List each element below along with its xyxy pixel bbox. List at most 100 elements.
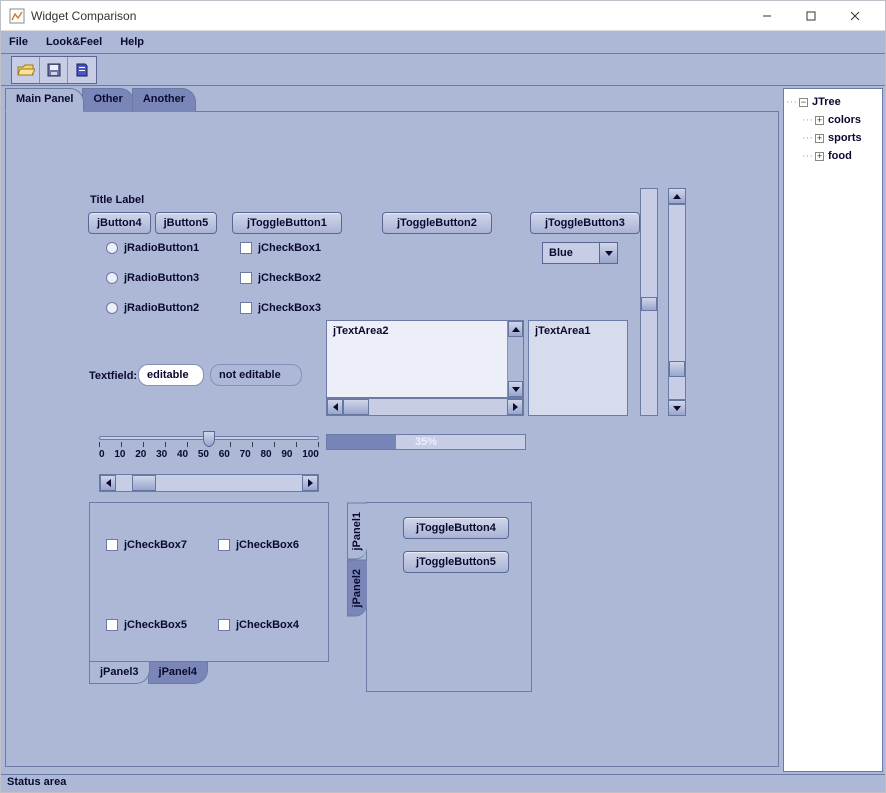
scroll-down-button[interactable] xyxy=(508,381,523,397)
checkbox-label: jCheckBox1 xyxy=(258,242,321,254)
tab-jpanel3[interactable]: jPanel3 xyxy=(89,662,150,684)
tree-node-sports[interactable]: ···+sports xyxy=(802,129,880,147)
tab-another[interactable]: Another xyxy=(132,88,196,112)
jtogglebutton1[interactable]: jToggleButton1 xyxy=(232,212,342,234)
tab-other[interactable]: Other xyxy=(82,88,133,112)
jradiobutton2[interactable]: jRadioButton2 xyxy=(106,302,199,314)
jtextarea2[interactable]: jTextArea2 xyxy=(327,321,507,397)
jradiobutton1[interactable]: jRadioButton1 xyxy=(106,242,199,254)
status-bar: Status area xyxy=(1,774,885,792)
jcheckbox7[interactable]: jCheckBox7 xyxy=(106,539,187,551)
tree-expand-icon[interactable]: + xyxy=(815,152,824,161)
scroll-left-button[interactable] xyxy=(327,399,343,415)
slider-tick-label: 10 xyxy=(114,449,125,460)
jcheckbox3[interactable]: jCheckBox3 xyxy=(240,302,321,314)
tree-root[interactable]: ··· − JTree xyxy=(786,93,880,111)
tab-jpanel2[interactable]: jPanel2 xyxy=(347,560,367,617)
toolbar-open-button[interactable] xyxy=(12,57,40,83)
tab-main-panel[interactable]: Main Panel xyxy=(5,88,84,112)
jtextarea1[interactable]: jTextArea1 xyxy=(529,321,627,415)
combo-selected: Blue xyxy=(543,247,599,259)
progress-bar: 35% xyxy=(326,434,526,450)
tree-expand-icon[interactable]: + xyxy=(815,134,824,143)
jtogglebutton5[interactable]: jToggleButton5 xyxy=(403,551,509,573)
scroll-right-button[interactable] xyxy=(507,399,523,415)
tree-node-food[interactable]: ···+food xyxy=(802,147,880,165)
checkbox-label: jCheckBox4 xyxy=(236,619,299,631)
jtogglebutton3[interactable]: jToggleButton3 xyxy=(530,212,640,234)
slider-tick-label: 40 xyxy=(177,449,188,460)
textfield-value: editable xyxy=(147,369,189,381)
toolbar-save-button[interactable] xyxy=(40,57,68,83)
combo-color[interactable]: Blue xyxy=(542,242,618,264)
scroll-up-button[interactable] xyxy=(668,188,686,204)
tab-jpanel4[interactable]: jPanel4 xyxy=(148,662,209,684)
textfield-value: not editable xyxy=(219,369,281,381)
slider-thumb[interactable] xyxy=(203,431,215,447)
radio-icon xyxy=(106,242,118,254)
checkbox-icon xyxy=(218,539,230,551)
tab-jpanel1[interactable]: jPanel1 xyxy=(347,503,367,560)
jcheckbox2[interactable]: jCheckBox2 xyxy=(240,272,321,284)
slider-tick-label: 50 xyxy=(198,449,209,460)
scroll-right-button[interactable] xyxy=(302,475,318,491)
jtextarea1-wrap: jTextArea1 xyxy=(528,320,628,416)
tree-root-label: JTree xyxy=(812,96,841,108)
tree-collapse-icon[interactable]: − xyxy=(799,98,808,107)
close-button[interactable] xyxy=(833,2,877,30)
jcheckbox1[interactable]: jCheckBox1 xyxy=(240,242,321,254)
slider-thumb[interactable] xyxy=(641,297,657,311)
scroll-thumb[interactable] xyxy=(132,475,156,491)
checkbox-icon xyxy=(218,619,230,631)
menu-lookfeel[interactable]: Look&Feel xyxy=(44,34,104,50)
jcheckbox5[interactable]: jCheckBox5 xyxy=(106,619,187,631)
checkbox-label: jCheckBox6 xyxy=(236,539,299,551)
toolbar-book-button[interactable] xyxy=(68,57,96,83)
textarea2-hscroll[interactable] xyxy=(326,398,524,416)
textfield-editable[interactable]: editable xyxy=(138,364,204,386)
tab-pane-main: Title Label jButton4 jButton5 jToggleBut… xyxy=(5,111,779,767)
menu-file[interactable]: File xyxy=(7,34,30,50)
window-title: Widget Comparison xyxy=(31,9,136,23)
scroll-thumb[interactable] xyxy=(343,399,369,415)
jtogglebutton2[interactable]: jToggleButton2 xyxy=(382,212,492,234)
jbutton5[interactable]: jButton5 xyxy=(155,212,218,234)
checkbox-icon xyxy=(106,619,118,631)
radio-label: jRadioButton1 xyxy=(124,242,199,254)
checkbox-icon xyxy=(240,272,252,284)
tree-node-label: food xyxy=(828,150,852,162)
slider-tick-label: 20 xyxy=(135,449,146,460)
slider-tick-label: 100 xyxy=(302,449,319,460)
minimize-button[interactable] xyxy=(745,2,789,30)
scroll-down-button[interactable] xyxy=(668,400,686,416)
scroll-left-button[interactable] xyxy=(100,475,116,491)
jcheckbox6[interactable]: jCheckBox6 xyxy=(218,539,299,551)
checkbox-label: jCheckBox2 xyxy=(258,272,321,284)
vertical-slider-1[interactable] xyxy=(640,188,658,416)
checkbox-label: jCheckBox7 xyxy=(124,539,187,551)
jcheckbox4[interactable]: jCheckBox4 xyxy=(218,619,299,631)
vertical-scrollbar[interactable] xyxy=(668,188,686,416)
radio-label: jRadioButton2 xyxy=(124,302,199,314)
tree-node-colors[interactable]: ···+colors xyxy=(802,111,880,129)
jradiobutton3[interactable]: jRadioButton3 xyxy=(106,272,199,284)
menubar: File Look&Feel Help xyxy=(1,31,885,54)
titlebar: Widget Comparison xyxy=(1,1,885,31)
scroll-up-button[interactable] xyxy=(508,321,523,337)
toolbar xyxy=(1,54,885,86)
maximize-button[interactable] xyxy=(789,2,833,30)
slider-tick-label: 60 xyxy=(219,449,230,460)
horizontal-scrollbar[interactable] xyxy=(99,474,319,492)
jbutton4[interactable]: jButton4 xyxy=(88,212,151,234)
textfield-readonly: not editable xyxy=(210,364,302,386)
radio-label: jRadioButton3 xyxy=(124,272,199,284)
app-icon xyxy=(9,8,25,24)
menu-help[interactable]: Help xyxy=(118,34,146,50)
textarea2-vscroll[interactable] xyxy=(507,321,523,397)
panel1-content: jToggleButton4 jToggleButton5 jPanel1 jP… xyxy=(366,502,532,692)
horizontal-slider[interactable]: 0102030405060708090100 xyxy=(99,430,319,460)
title-label: Title Label xyxy=(90,194,144,206)
jtogglebutton4[interactable]: jToggleButton4 xyxy=(403,517,509,539)
tree-expand-icon[interactable]: + xyxy=(815,116,824,125)
scroll-thumb[interactable] xyxy=(669,361,685,377)
